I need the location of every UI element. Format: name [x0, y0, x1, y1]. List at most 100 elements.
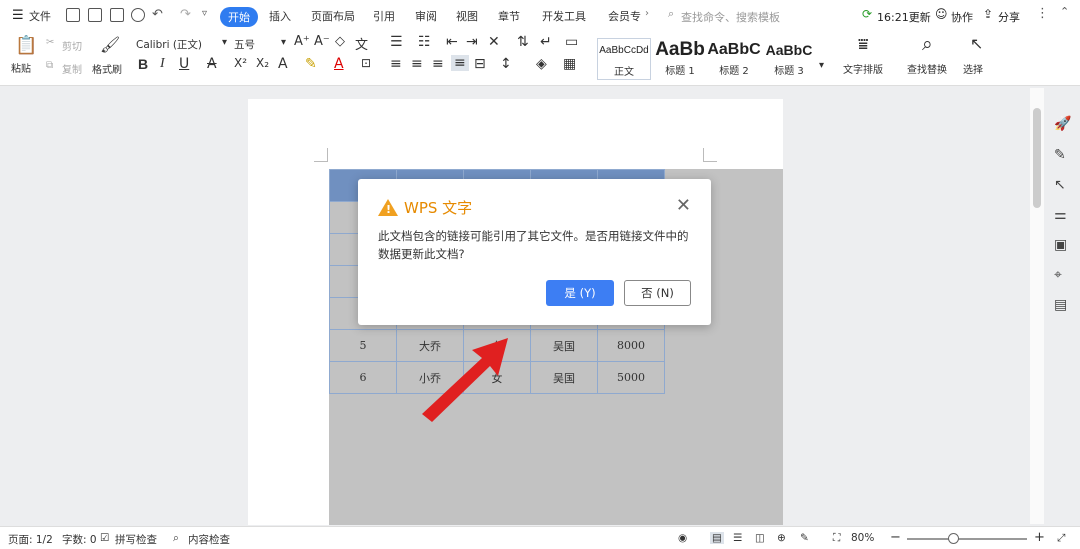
- align-center-icon[interactable]: ≡: [411, 56, 423, 72]
- tab-review[interactable]: 审阅: [415, 8, 437, 24]
- font-name-select[interactable]: Calibri (正文): [136, 37, 202, 52]
- more-options-icon[interactable]: ⋮: [1036, 6, 1049, 21]
- pen-icon[interactable]: ✎: [1054, 147, 1066, 163]
- redo-icon[interactable]: ↷: [180, 7, 191, 22]
- sort-icon[interactable]: ⇅: [517, 34, 529, 50]
- font-size-dropdown-icon[interactable]: ▾: [281, 37, 286, 48]
- zoom-level[interactable]: 80%: [851, 532, 874, 544]
- select-button[interactable]: 选择: [963, 61, 983, 76]
- outline-view-icon[interactable]: ☰: [733, 532, 742, 544]
- collab-button[interactable]: 协作: [951, 9, 973, 25]
- underline-icon[interactable]: U: [179, 56, 189, 72]
- text-layout-button[interactable]: 文字排版: [843, 61, 883, 76]
- decrease-indent-icon[interactable]: ⇤: [446, 34, 458, 50]
- tab-page-layout[interactable]: 页面布局: [311, 8, 355, 24]
- tab-home[interactable]: 开始: [220, 7, 258, 27]
- menu-icon[interactable]: ☰: [12, 8, 24, 23]
- find-replace-button[interactable]: 查找替换: [907, 61, 947, 76]
- more-tabs-icon[interactable]: ›: [645, 8, 649, 19]
- close-icon[interactable]: ✕: [676, 195, 691, 216]
- styles-more-icon[interactable]: ▾: [819, 60, 824, 71]
- rocket-icon[interactable]: 🚀: [1054, 116, 1071, 132]
- ruler-icon[interactable]: ▭: [565, 34, 578, 50]
- style-normal[interactable]: AaBbCcDd 正文: [597, 38, 651, 80]
- phonetic-icon[interactable]: 文: [355, 34, 368, 53]
- location-icon[interactable]: ⌖: [1054, 267, 1062, 283]
- numbered-list-icon[interactable]: ☷: [418, 34, 431, 50]
- font-color-icon[interactable]: A: [334, 56, 344, 72]
- zoom-slider-handle[interactable]: [948, 533, 959, 544]
- justify-icon[interactable]: ≡: [451, 55, 469, 71]
- tab-chapter[interactable]: 章节: [498, 8, 520, 24]
- clear-format-icon[interactable]: ◇: [335, 34, 345, 49]
- page-view-icon[interactable]: ▤: [710, 532, 724, 544]
- export-icon[interactable]: [88, 8, 102, 22]
- char-border-icon[interactable]: ⊡: [361, 56, 371, 70]
- tab-member[interactable]: 会员专: [608, 8, 641, 24]
- show-marks-icon[interactable]: ↵: [540, 34, 552, 50]
- paste-icon[interactable]: 📋: [15, 35, 37, 56]
- write-view-icon[interactable]: ✎: [800, 532, 809, 544]
- preview-icon[interactable]: [131, 8, 145, 22]
- italic-icon[interactable]: I: [160, 56, 165, 72]
- tab-developer[interactable]: 开发工具: [542, 8, 586, 24]
- content-check-button[interactable]: 内容检查: [188, 532, 230, 547]
- cursor-icon[interactable]: ↖: [1054, 177, 1066, 193]
- shading-icon[interactable]: ◈: [536, 56, 547, 72]
- align-left-icon[interactable]: ≡: [390, 56, 402, 72]
- paste-button[interactable]: 粘贴: [11, 60, 31, 75]
- scroll-thumb[interactable]: [1033, 108, 1041, 208]
- highlight-icon[interactable]: ✎: [305, 56, 317, 72]
- yes-button[interactable]: 是 (Y): [546, 280, 614, 306]
- no-button[interactable]: 否 (N): [624, 280, 691, 306]
- share-button[interactable]: 分享: [998, 9, 1020, 25]
- print-icon[interactable]: [110, 8, 124, 22]
- tab-references[interactable]: 引用: [373, 8, 395, 24]
- web-view-icon[interactable]: ⊕: [777, 532, 786, 544]
- tab-insert[interactable]: 插入: [269, 8, 291, 24]
- style-heading-1[interactable]: AaBb 标题 1: [653, 38, 707, 80]
- fit-window-icon[interactable]: ⛶: [833, 532, 840, 545]
- page-indicator[interactable]: 页面: 1/2: [8, 532, 53, 547]
- shrink-font-icon[interactable]: A⁻: [314, 34, 330, 49]
- spell-check-button[interactable]: 拼写检查: [115, 532, 157, 547]
- update-status[interactable]: 16:21更新: [877, 9, 931, 25]
- cut-button[interactable]: 剪切: [62, 38, 82, 53]
- fullscreen-icon[interactable]: ⤢: [1057, 532, 1065, 545]
- read-view-icon[interactable]: ◫: [755, 532, 765, 544]
- line-spacing-icon[interactable]: ↕: [500, 56, 512, 72]
- align-right-icon[interactable]: ≡: [432, 56, 444, 72]
- copy-button[interactable]: 复制: [62, 61, 82, 76]
- word-count[interactable]: 字数: 0: [62, 532, 97, 547]
- book-icon[interactable]: ▤: [1054, 297, 1067, 313]
- style-heading-3[interactable]: AaBbC 标题 3: [762, 38, 816, 80]
- font-size-select[interactable]: 五号: [234, 37, 255, 52]
- eye-icon[interactable]: ◉: [678, 532, 687, 544]
- font-name-dropdown-icon[interactable]: ▾: [222, 37, 227, 48]
- sliders-icon[interactable]: ⚌: [1054, 207, 1067, 223]
- increase-indent-icon[interactable]: ⇥: [466, 34, 478, 50]
- save-icon[interactable]: [66, 8, 80, 22]
- collapse-ribbon-icon[interactable]: ⌃: [1060, 5, 1069, 18]
- style-heading-2[interactable]: AaBbC 标题 2: [707, 38, 761, 80]
- image-icon[interactable]: ▣: [1054, 237, 1067, 253]
- grow-font-icon[interactable]: A⁺: [294, 34, 310, 49]
- strikethrough-icon[interactable]: A: [207, 56, 217, 72]
- zoom-slider[interactable]: [907, 538, 1027, 540]
- superscript-icon[interactable]: X²: [234, 56, 247, 70]
- chinese-layout-icon[interactable]: ✕: [488, 34, 500, 50]
- zoom-out-button[interactable]: −: [890, 530, 901, 545]
- file-menu[interactable]: 文件: [29, 8, 51, 24]
- bold-icon[interactable]: B: [138, 56, 148, 72]
- bullet-list-icon[interactable]: ☰: [390, 34, 403, 50]
- format-painter-button[interactable]: 格式刷: [92, 61, 122, 76]
- subscript-icon[interactable]: X₂: [256, 56, 269, 70]
- text-effect-icon[interactable]: A: [278, 56, 288, 72]
- customize-icon[interactable]: ▿: [202, 8, 207, 19]
- undo-icon[interactable]: ↶: [152, 7, 163, 22]
- distribute-icon[interactable]: ⊟: [474, 56, 486, 72]
- search-input[interactable]: 查找命令、搜索模板: [681, 9, 780, 25]
- borders-icon[interactable]: ▦: [563, 56, 576, 72]
- tab-view[interactable]: 视图: [456, 8, 478, 24]
- zoom-in-button[interactable]: +: [1034, 530, 1045, 545]
